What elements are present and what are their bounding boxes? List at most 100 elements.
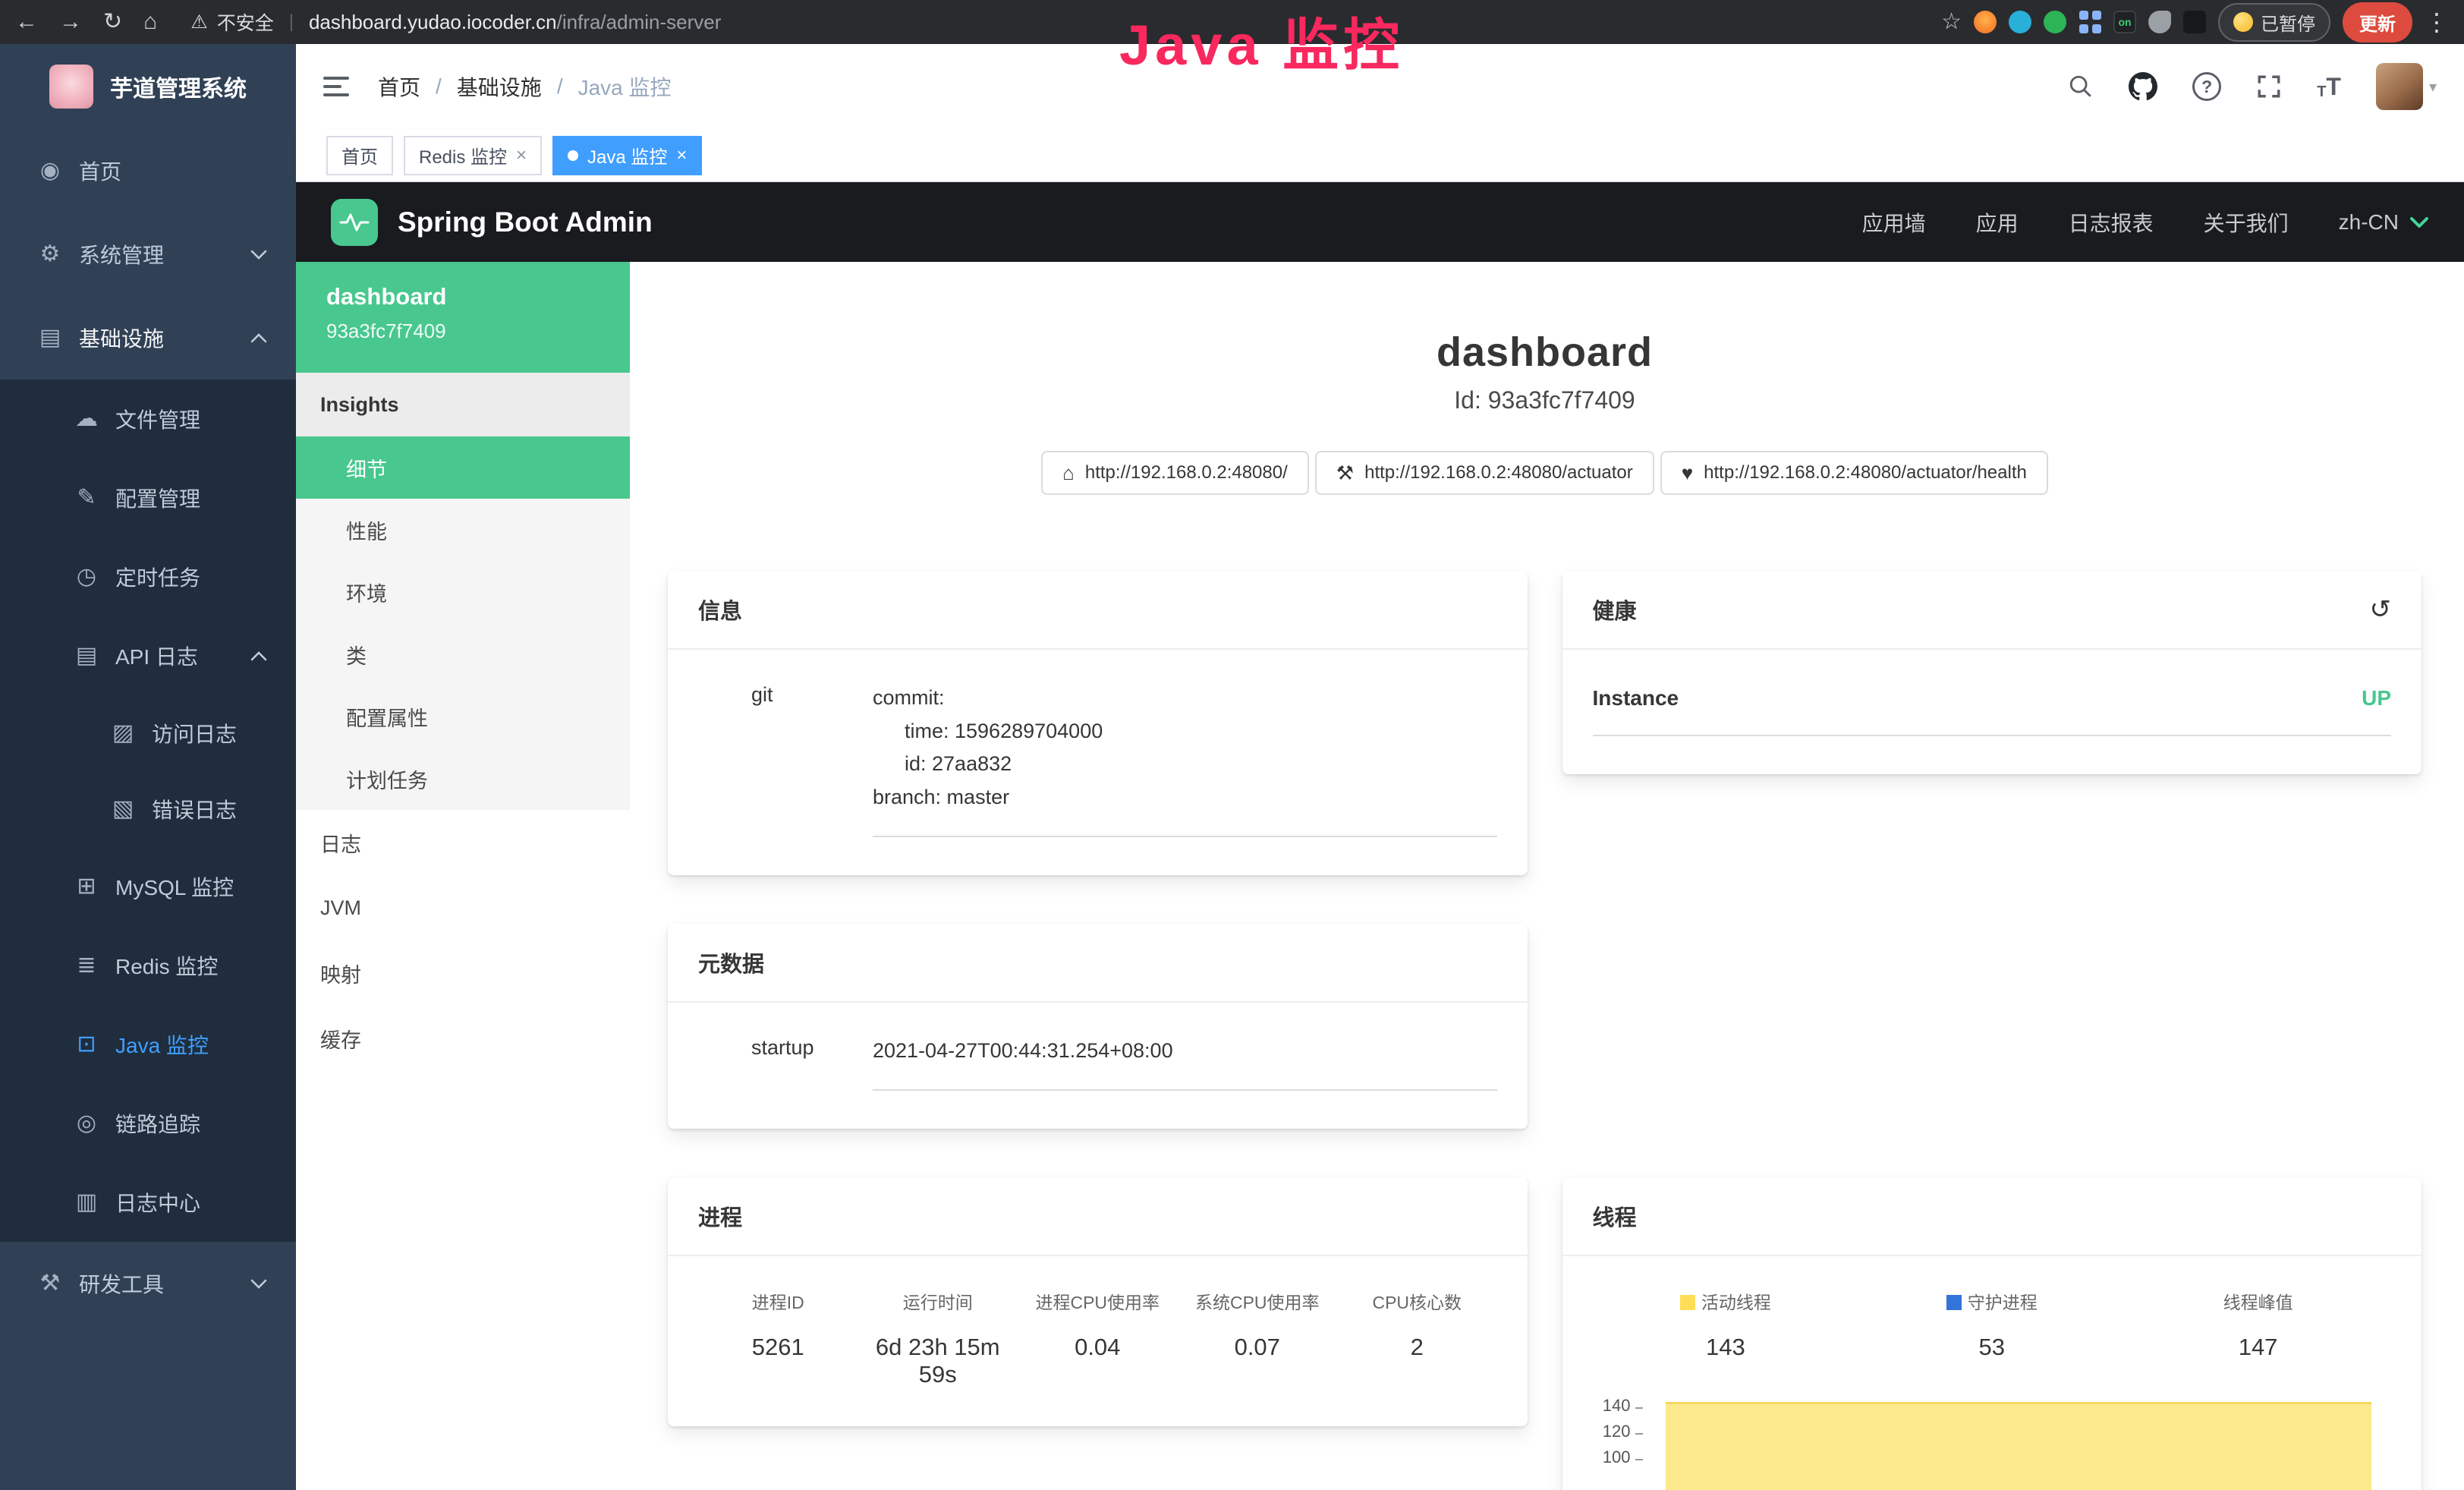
metadata-row-startup: startup 2021-04-27T00:44:31.254+08:00 xyxy=(698,1035,1497,1091)
sba-item-caches[interactable]: 缓存 xyxy=(296,1006,630,1071)
sba-locale-select[interactable]: zh-CN xyxy=(2339,210,2429,235)
sidebar-item-dev-tools[interactable]: ⚒ 研发工具 xyxy=(0,1242,296,1325)
search-icon[interactable] xyxy=(2068,74,2094,99)
sidebar-toggle-icon[interactable] xyxy=(323,76,349,97)
paused-badge[interactable]: 已暂停 xyxy=(2218,3,2330,42)
font-size-icon[interactable]: TT xyxy=(2317,73,2341,101)
sidebar-item-mysql-monitor[interactable]: ⊞ MySQL 监控 xyxy=(0,847,296,926)
page-url[interactable]: dashboard.yudao.iocoder.cn/infra/admin-s… xyxy=(309,11,721,34)
back-icon[interactable]: ← xyxy=(15,11,38,33)
sidebar-item-label: Java 监控 xyxy=(115,1029,209,1060)
breadcrumb-home[interactable]: 首页 xyxy=(378,71,420,102)
sidebar-item-system-mgmt[interactable]: ⚙ 系统管理 xyxy=(0,213,296,296)
close-icon[interactable]: × xyxy=(676,146,687,165)
extension-drop-icon[interactable] xyxy=(2009,11,2031,33)
tag-home[interactable]: 首页 xyxy=(326,136,393,175)
tag-label: 首页 xyxy=(341,142,378,169)
sba-brand[interactable]: Spring Boot Admin xyxy=(398,206,653,238)
url-path: /infra/admin-server xyxy=(557,11,722,33)
refresh-icon[interactable]: ↻ xyxy=(103,11,122,33)
sidebar-item-label: 访问日志 xyxy=(152,718,237,748)
health-url-button[interactable]: ♥ http://192.168.0.2:48080/actuator/heal… xyxy=(1660,451,2048,495)
sba-item-mappings[interactable]: 映射 xyxy=(296,940,630,1006)
stat-cpu-cores: CPU核心数 2 xyxy=(1337,1288,1497,1388)
app-logo[interactable]: 芋道管理系统 xyxy=(0,44,296,129)
sba-body: dashboard 93a3fc7f7409 Insights 细节 性能 环境… xyxy=(296,262,2464,1490)
sba-logo-icon[interactable] xyxy=(331,199,378,246)
info-row-git: git commit: time: 1596289704000 id: 27aa… xyxy=(698,682,1497,837)
forward-icon[interactable]: → xyxy=(59,11,82,33)
tag-java-monitor[interactable]: Java 监控 × xyxy=(552,136,702,175)
sidebar-item-home[interactable]: ◉ 首页 xyxy=(0,129,296,213)
file-icon: ☁ xyxy=(68,408,105,430)
header-actions: ? TT ▾ xyxy=(2068,63,2437,110)
address-bar[interactable]: ⚠ 不安全 | dashboard.yudao.iocoder.cn/infra… xyxy=(190,8,721,36)
sba-item-metrics[interactable]: 性能 xyxy=(296,499,630,561)
extension-grid-icon[interactable] xyxy=(2079,11,2101,33)
history-icon[interactable]: ↺ xyxy=(2370,597,2392,622)
sba-item-classes[interactable]: 类 xyxy=(296,623,630,685)
sidebar-item-error-logs[interactable]: ▧ 错误日志 xyxy=(0,771,296,847)
sidebar-item-access-logs[interactable]: ▨ 访问日志 xyxy=(0,695,296,771)
page-subtitle: Id: 93a3fc7f7409 xyxy=(668,386,2422,414)
security-label[interactable]: 不安全 xyxy=(217,8,274,36)
sidebar-item-tracing[interactable]: ◎ 链路追踪 xyxy=(0,1084,296,1163)
sba-item-logs[interactable]: 日志 xyxy=(296,810,630,875)
sba-nav-applications[interactable]: 应用 xyxy=(1976,207,2019,238)
sidebar-item-file-mgmt[interactable]: ☁ 文件管理 xyxy=(0,380,296,458)
browser-menu-icon[interactable]: ⋮ xyxy=(2425,10,2449,34)
update-button[interactable]: 更新 xyxy=(2343,2,2412,43)
instance-id-short: 93a3fc7f7409 xyxy=(326,320,599,343)
health-instance-label: Instance xyxy=(1593,686,1679,710)
sidebar-item-infrastructure[interactable]: ▤ 基础设施 xyxy=(0,296,296,380)
user-avatar[interactable]: ▾ xyxy=(2376,63,2437,110)
bookmark-star-icon[interactable]: ☆ xyxy=(1941,11,1962,33)
browser-home-icon[interactable]: ⌂ xyxy=(143,11,157,33)
sba-item-jvm[interactable]: JVM xyxy=(296,875,630,940)
extension-orange-icon[interactable] xyxy=(1974,11,1997,33)
wrench-icon: ⚒ xyxy=(1336,463,1354,483)
instance-url-button[interactable]: ⌂ http://192.168.0.2:48080/ xyxy=(1041,451,1309,495)
sidebar-item-label: 研发工具 xyxy=(79,1268,164,1299)
home-icon: ⌂ xyxy=(1062,463,1075,483)
instance-name: dashboard xyxy=(326,283,599,310)
sidebar-item-label: 系统管理 xyxy=(79,239,164,269)
y-axis-tick: 100 xyxy=(1593,1449,1643,1466)
tag-redis-monitor[interactable]: Redis 监控 × xyxy=(404,136,542,175)
github-icon[interactable] xyxy=(2129,72,2157,101)
metadata-value: 2021-04-27T00:44:31.254+08:00 xyxy=(873,1035,1497,1091)
sidebar-item-config-mgmt[interactable]: ✎ 配置管理 xyxy=(0,458,296,537)
status-badge: UP xyxy=(2362,686,2391,710)
sba-item-details[interactable]: 细节 xyxy=(296,436,630,499)
sidebar-item-label: API 日志 xyxy=(115,641,198,671)
avatar-caret-icon: ▾ xyxy=(2429,77,2437,96)
sba-nav-about[interactable]: 关于我们 xyxy=(2204,207,2289,238)
help-icon[interactable]: ? xyxy=(2192,72,2221,101)
actuator-url-button[interactable]: ⚒ http://192.168.0.2:48080/actuator xyxy=(1315,451,1654,495)
sba-instance-header[interactable]: dashboard 93a3fc7f7409 xyxy=(296,262,630,373)
sba-nav-wallboard[interactable]: 应用墙 xyxy=(1862,207,1926,238)
breadcrumb-infrastructure[interactable]: 基础设施 xyxy=(457,71,542,102)
breadcrumb-separator: / xyxy=(557,74,563,99)
sidebar-item-redis-monitor[interactable]: ≣ Redis 监控 xyxy=(0,926,296,1005)
extensions-puzzle-icon[interactable] xyxy=(2183,11,2206,33)
extension-on-icon[interactable]: on xyxy=(2113,11,2136,33)
sba-item-config-properties[interactable]: 配置属性 xyxy=(296,685,630,748)
sba-item-environment[interactable]: 环境 xyxy=(296,561,630,623)
instance-links: ⌂ http://192.168.0.2:48080/ ⚒ http://192… xyxy=(668,451,2422,495)
close-icon[interactable]: × xyxy=(516,146,527,165)
sba-nav-journal[interactable]: 日志报表 xyxy=(2069,207,2154,238)
sidebar-item-api-logs[interactable]: ▤ API 日志 xyxy=(0,616,296,695)
health-row[interactable]: Instance UP xyxy=(1593,686,2392,736)
extension-green-icon[interactable] xyxy=(2044,11,2066,33)
sba-item-scheduled-tasks[interactable]: 计划任务 xyxy=(296,748,630,810)
threads-legend: 活动线程 143 守护进程 53 线程峰值 14 xyxy=(1593,1288,2392,1361)
health-card: 健康 ↺ Instance UP xyxy=(1562,571,2422,774)
sidebar-item-log-center[interactable]: ▥ 日志中心 xyxy=(0,1163,296,1242)
sidebar-item-scheduled-jobs[interactable]: ◷ 定时任务 xyxy=(0,537,296,616)
sidebar-item-java-monitor[interactable]: ⊡ Java 监控 xyxy=(0,1005,296,1084)
sidebar-item-label: 文件管理 xyxy=(115,404,200,434)
fullscreen-icon[interactable] xyxy=(2256,74,2282,99)
infrastructure-icon: ▤ xyxy=(32,326,68,349)
extension-gray-icon[interactable] xyxy=(2148,11,2171,33)
